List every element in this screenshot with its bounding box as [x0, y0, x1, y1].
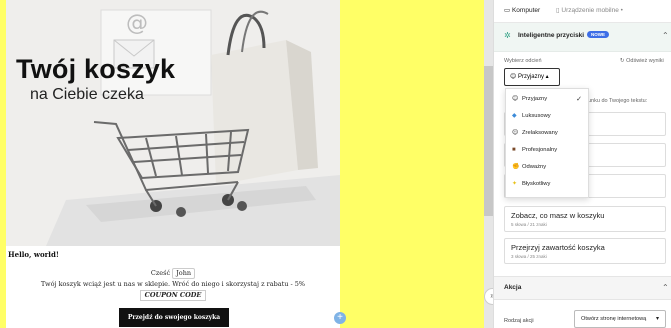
plus-icon[interactable]: + — [334, 312, 346, 324]
tone-label: Wybierz odcień — [504, 58, 542, 64]
email-body-text[interactable]: Cześć John Twój koszyk wciąż jest u nas … — [6, 268, 340, 301]
action-section-header[interactable]: Akcja ⌃ — [494, 276, 671, 300]
action-type-select[interactable]: Otwórz stronę internetową ▾ — [574, 310, 666, 328]
caret-up-icon: ▴ — [545, 74, 549, 80]
flex-emoji-icon: ✊ — [512, 164, 520, 170]
tone-option-przyjazny[interactable]: 😊 Przyjazny ✓ — [506, 91, 588, 108]
action-type-label: Rodzaj akcji — [504, 318, 534, 324]
suggestion-card[interactable]: Przejrzyj zawartość koszyka 3 słowa / 25… — [504, 238, 666, 264]
check-icon: ✓ — [576, 96, 582, 103]
name-merge-tag[interactable]: John — [172, 268, 196, 279]
chevron-up-icon[interactable]: ⌃ — [662, 283, 669, 292]
tone-option-luksusowy[interactable]: ◆ Luksusowy — [506, 108, 588, 125]
settings-panel: ▭ Komputer ▯ Urządzenie mobilne • ✲ Inte… — [493, 0, 671, 328]
smile-emoji-icon: 😊 — [510, 74, 517, 80]
tone-dropdown-menu: 😊 Przyjazny ✓ ◆ Luksusowy 😌 Zrelaksowany ■ P… — [505, 88, 589, 198]
device-tabs: ▭ Komputer ▯ Urządzenie mobilne • — [494, 0, 671, 23]
tone-option-profesjonalny[interactable]: ■ Profesjonalny — [506, 142, 588, 159]
caret-down-icon: ▾ — [655, 316, 659, 322]
hint-text: unku do Twojego tekstu: — [588, 98, 648, 104]
smile-emoji-icon: 😊 — [512, 96, 519, 102]
sparkle-icon: ✲ — [504, 31, 511, 40]
new-badge: NOWE — [587, 31, 609, 38]
canvas-scrollbar-thumb[interactable] — [484, 66, 493, 216]
coupon-code-tag[interactable]: COUPON CODE — [139, 290, 207, 301]
greeting-text[interactable]: Hello, world! — [8, 250, 59, 259]
suggestion-title: Przejrzyj zawartość koszyka — [511, 243, 605, 252]
hero-title: Twój koszyk — [16, 54, 176, 84]
smart-buttons-title: Inteligentne przyciski — [518, 32, 585, 39]
editor-canvas: @ Twój koszyk na Ciebie czeka Hello, wor… — [0, 0, 480, 328]
phone-icon: ▯ — [556, 7, 560, 14]
greeting-line: Cześć John — [6, 268, 340, 279]
indicator-dot: • — [620, 7, 623, 14]
greeting-prefix: Cześć — [150, 269, 171, 277]
suggestion-title: Zobacz, co masz w koszyku — [511, 211, 605, 220]
briefcase-emoji-icon: ■ — [512, 147, 516, 153]
smart-buttons-section-header[interactable]: ✲ Inteligentne przyciski NOWE ⌃ — [494, 23, 671, 52]
chevron-up-icon[interactable]: ⌃ — [662, 31, 669, 40]
tone-option-zrelaksowany[interactable]: 😌 Zrelaksowany — [506, 125, 588, 142]
tab-mobile[interactable]: ▯ Urządzenie mobilne • — [556, 6, 623, 14]
shopping-cart-illustration: @ — [6, 0, 340, 246]
refresh-results-link[interactable]: ↻ Odśwież wyniki — [620, 58, 664, 64]
tab-desktop[interactable]: ▭ Komputer — [504, 6, 540, 14]
tone-option-blyskotliwy[interactable]: ✦ Błyskotliwy — [506, 176, 588, 193]
email-preview[interactable]: @ Twój koszyk na Ciebie czeka Hello, wor… — [6, 0, 340, 328]
refresh-icon: ↻ — [620, 58, 625, 64]
cart-reminder-line: Twój koszyk wciąż jest u nas w sklepie. … — [40, 280, 306, 288]
action-title: Akcja — [504, 284, 522, 291]
monitor-icon: ▭ — [504, 7, 511, 14]
hero-image[interactable]: @ Twój koszyk na Ciebie czeka — [6, 0, 340, 246]
hero-subtitle: na Ciebie czeka — [30, 86, 144, 103]
tone-option-odwazny[interactable]: ✊ Odważny — [506, 159, 588, 176]
go-to-cart-button[interactable]: Przejdź do swojego koszyka — [119, 308, 229, 327]
suggestion-meta: 3 słowa / 25 znaki — [511, 254, 547, 259]
lightbulb-emoji-icon: ✦ — [512, 181, 518, 187]
diamond-emoji-icon: ◆ — [512, 113, 517, 119]
relaxed-emoji-icon: 😌 — [512, 130, 519, 136]
suggestion-meta: 5 słowa / 21 znaki — [511, 222, 547, 227]
svg-text:@: @ — [126, 11, 148, 36]
suggestion-card[interactable]: Zobacz, co masz w koszyku 5 słowa / 21 z… — [504, 206, 666, 232]
tone-select[interactable]: 😊 Przyjazny ▴ — [504, 68, 560, 86]
